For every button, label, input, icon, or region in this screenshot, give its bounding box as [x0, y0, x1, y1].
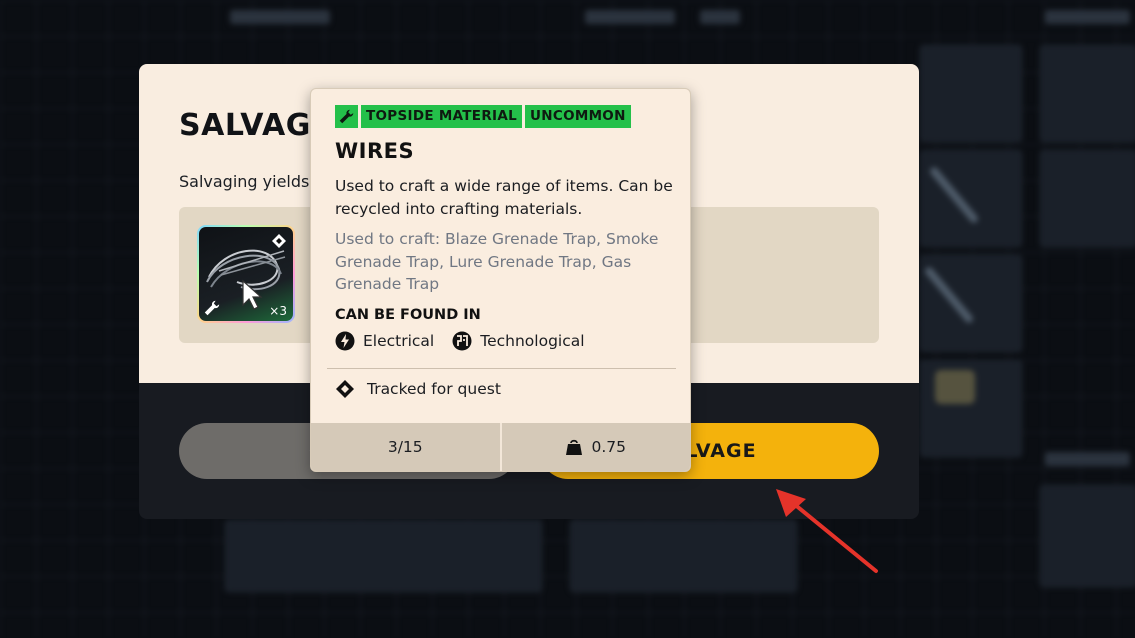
bg-header-blur: [1045, 10, 1130, 24]
quest-status-label: Tracked for quest: [367, 380, 501, 398]
modal-subtitle: Salvaging yields: [179, 172, 310, 191]
item-weight: 0.75: [499, 423, 691, 471]
tooltip-footer: 3/15 0.75: [311, 423, 690, 471]
quest-diamond-icon: [336, 380, 354, 398]
item-tooltip: TOPSIDE MATERIAL UNCOMMON WIRES Used to …: [310, 88, 691, 472]
wrench-icon: [204, 300, 220, 316]
stack-count-value: 3/15: [387, 438, 423, 456]
item-description: Used to craft a wide range of items. Can…: [335, 177, 673, 218]
item-name: WIRES: [335, 139, 415, 163]
cursor-icon: [242, 279, 263, 310]
found-in-heading: CAN BE FOUND IN: [335, 307, 481, 323]
category-tag-icon: [335, 105, 358, 128]
bg-inventory-slot: [920, 150, 1022, 247]
modal-title: SALVAGE: [179, 108, 332, 143]
divider: [327, 368, 676, 369]
location-label: Technological: [480, 332, 585, 350]
bg-inventory-slot: [1040, 45, 1135, 142]
stack-count: 3/15: [311, 423, 500, 471]
bg-header-blur: [585, 10, 675, 24]
rarity-tag: UNCOMMON: [525, 105, 631, 128]
bg-header-blur: [230, 10, 330, 24]
bg-inventory-slot: [1040, 485, 1135, 587]
item-weight-value: 0.75: [591, 438, 626, 456]
item-thumbnail: ×3: [199, 227, 293, 321]
quest-diamond-icon: [272, 234, 286, 248]
bg-inventory-slot: [225, 520, 542, 592]
item-quantity: ×3: [269, 304, 287, 318]
quest-status: Tracked for quest: [335, 379, 501, 399]
annotation-arrow-icon: [776, 489, 878, 573]
location-technological: Technological: [452, 331, 585, 351]
used-to-craft: Used to craft: Blaze Grenade Trap, Smoke…: [335, 230, 659, 293]
wrench-icon: [339, 109, 354, 124]
bg-header-blur: [1045, 452, 1130, 466]
weight-bag-icon: [566, 439, 583, 455]
bg-inventory-slot: [570, 520, 797, 592]
location-label: Electrical: [363, 332, 435, 350]
technological-icon: [452, 331, 472, 351]
location-electrical: Electrical: [335, 331, 434, 351]
bg-header-blur: [700, 10, 740, 24]
lightning-icon: [335, 331, 355, 351]
bg-inventory-slot: [920, 45, 1022, 142]
item-slot-wires[interactable]: ×3: [197, 225, 295, 323]
bg-item-blur: [935, 370, 975, 404]
bg-inventory-slot: [920, 255, 1022, 352]
bg-inventory-slot: [1040, 150, 1135, 247]
tag-row: TOPSIDE MATERIAL UNCOMMON: [335, 105, 631, 128]
found-in-list: Electrical Technological: [335, 331, 603, 351]
category-tag: TOPSIDE MATERIAL: [361, 105, 522, 128]
